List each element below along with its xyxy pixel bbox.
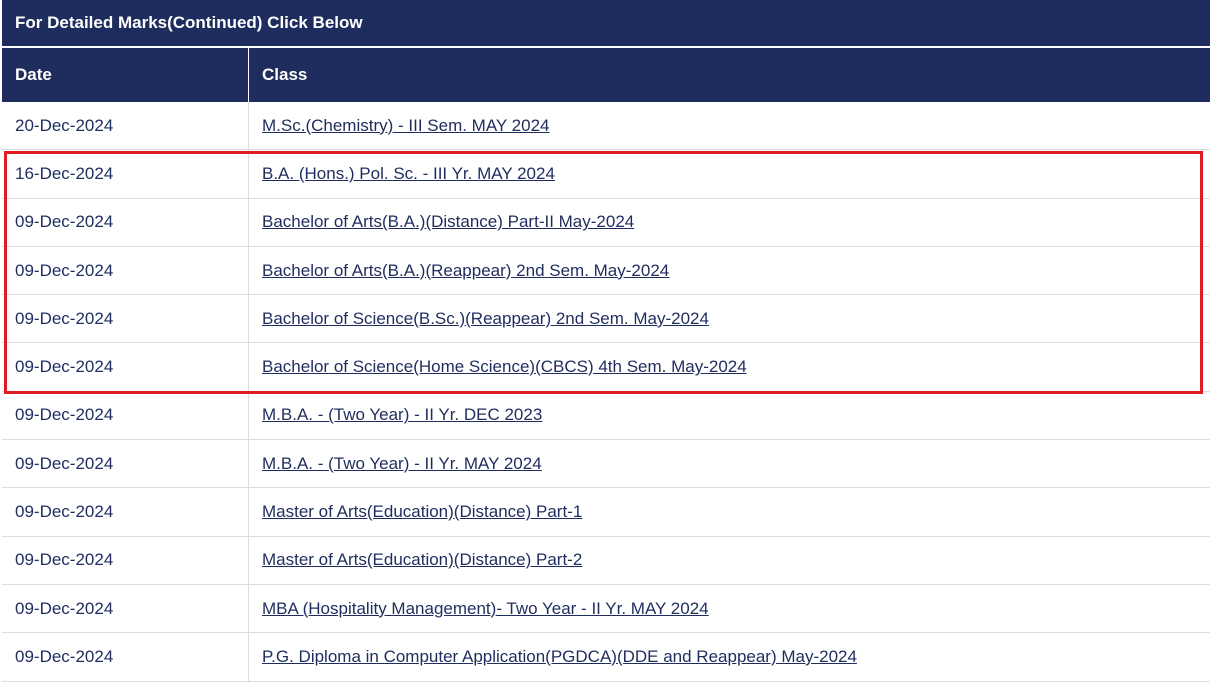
row-class-cell: Master of Arts(Education)(Distance) Part…: [249, 488, 1210, 535]
class-result-link[interactable]: Bachelor of Science(B.Sc.)(Reappear) 2nd…: [262, 309, 709, 329]
class-column-header: Class: [262, 65, 308, 84]
row-date: 09-Dec-2024: [2, 440, 249, 488]
table-row: 09-Dec-2024 Bachelor of Science(Home Scie…: [2, 343, 1210, 392]
class-result-link[interactable]: B.A. (Hons.) Pol. Sc. - III Yr. MAY 2024: [262, 164, 555, 184]
row-class-cell: B.A. (Hons.) Pol. Sc. - III Yr. MAY 2024: [249, 150, 1210, 197]
class-result-link[interactable]: Master of Arts(Education)(Distance) Part…: [262, 550, 582, 570]
results-table: For Detailed Marks(Continued) Click Belo…: [2, 0, 1210, 682]
class-result-link[interactable]: M.B.A. - (Two Year) - II Yr. MAY 2024: [262, 454, 542, 474]
row-class-cell: MBA (Hospitality Management)- Two Year -…: [249, 585, 1210, 632]
row-class-cell: Bachelor of Arts(B.A.)(Distance) Part-II…: [249, 199, 1210, 246]
class-result-link[interactable]: Bachelor of Science(Home Science)(CBCS) …: [262, 357, 747, 377]
table-row: 09-Dec-2024 M.B.A. - (Two Year) - II Yr. …: [2, 440, 1210, 489]
row-date: 09-Dec-2024: [2, 246, 249, 295]
row-date: 09-Dec-2024: [2, 295, 249, 343]
table-row: 09-Dec-2024 P.G. Diploma in Computer Appl…: [2, 633, 1210, 682]
row-date: 16-Dec-2024: [2, 150, 249, 198]
row-date: 09-Dec-2024: [2, 536, 249, 584]
table-banner: For Detailed Marks(Continued) Click Belo…: [2, 0, 1210, 48]
row-class-cell: M.B.A. - (Two Year) - II Yr. DEC 2023: [249, 392, 1210, 439]
table-header-row: Date Class: [2, 48, 1210, 102]
row-class-cell: Bachelor of Arts(B.A.)(Reappear) 2nd Sem…: [249, 247, 1210, 294]
row-class-cell: M.Sc.(Chemistry) - III Sem. MAY 2024: [249, 102, 1210, 149]
row-date: 09-Dec-2024: [2, 584, 249, 633]
row-class-cell: Master of Arts(Education)(Distance) Part…: [249, 537, 1210, 584]
row-date: 09-Dec-2024: [2, 343, 249, 391]
row-class-cell: M.B.A. - (Two Year) - II Yr. MAY 2024: [249, 440, 1210, 487]
table-row: 09-Dec-2024 Bachelor of Science(B.Sc.)(Re…: [2, 295, 1210, 344]
row-date: 20-Dec-2024: [2, 102, 249, 150]
table-body: 20-Dec-2024 M.Sc.(Chemistry) - III Sem. M…: [2, 102, 1210, 682]
table-row: 16-Dec-2024 B.A. (Hons.) Pol. Sc. - III Y…: [2, 150, 1210, 199]
row-class-cell: Bachelor of Science(B.Sc.)(Reappear) 2nd…: [249, 295, 1210, 342]
class-result-link[interactable]: P.G. Diploma in Computer Application(PGD…: [262, 647, 857, 667]
table-row: 09-Dec-2024 Bachelor of Arts(B.A.)(Distan…: [2, 198, 1210, 247]
class-result-link[interactable]: M.Sc.(Chemistry) - III Sem. MAY 2024: [262, 116, 550, 136]
row-class-cell: P.G. Diploma in Computer Application(PGD…: [249, 633, 1210, 680]
table-row: 09-Dec-2024 Bachelor of Arts(B.A.)(Reappe…: [2, 246, 1210, 296]
class-result-link[interactable]: M.B.A. - (Two Year) - II Yr. DEC 2023: [262, 405, 542, 425]
row-date: 09-Dec-2024: [2, 488, 249, 536]
table-row: 09-Dec-2024 Master of Arts(Education)(Dis…: [2, 488, 1210, 537]
class-result-link[interactable]: Bachelor of Arts(B.A.)(Reappear) 2nd Sem…: [262, 261, 669, 281]
table-row: 09-Dec-2024 MBA (Hospitality Management)-…: [2, 584, 1210, 634]
class-result-link[interactable]: MBA (Hospitality Management)- Two Year -…: [262, 599, 709, 619]
date-column-header: Date: [2, 48, 249, 102]
row-date: 09-Dec-2024: [2, 633, 249, 681]
row-date: 09-Dec-2024: [2, 391, 249, 440]
table-row: 09-Dec-2024 Master of Arts(Education)(Dis…: [2, 536, 1210, 585]
class-result-link[interactable]: Master of Arts(Education)(Distance) Part…: [262, 502, 582, 522]
table-row: 09-Dec-2024 M.B.A. - (Two Year) - II Yr. …: [2, 391, 1210, 441]
class-result-link[interactable]: Bachelor of Arts(B.A.)(Distance) Part-II…: [262, 212, 634, 232]
table-row: 20-Dec-2024 M.Sc.(Chemistry) - III Sem. M…: [2, 102, 1210, 151]
row-date: 09-Dec-2024: [2, 198, 249, 246]
row-class-cell: Bachelor of Science(Home Science)(CBCS) …: [249, 343, 1210, 390]
